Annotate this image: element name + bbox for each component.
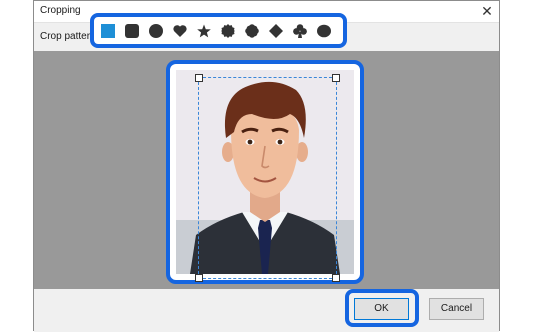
rounded-square-icon[interactable] — [125, 24, 139, 38]
crop-handle-bottom-right[interactable] — [332, 274, 340, 282]
crop-pattern-selector — [90, 13, 347, 48]
dialog-title: Cropping — [40, 5, 81, 16]
cancel-button[interactable]: Cancel — [429, 298, 484, 320]
heart-icon[interactable] — [173, 24, 187, 38]
crop-frame[interactable] — [195, 74, 340, 282]
oval-icon[interactable] — [317, 24, 331, 38]
crop-handle-top-left[interactable] — [195, 74, 203, 82]
circle-icon[interactable] — [149, 24, 163, 38]
close-button[interactable]: ✕ — [477, 2, 497, 21]
star-icon[interactable] — [197, 24, 211, 38]
dialog-button-bar: OK Cancel — [34, 289, 499, 332]
ok-button[interactable]: OK — [354, 298, 409, 320]
crop-pattern-row: Crop pattern — [34, 13, 499, 51]
square-light-icon[interactable] — [101, 24, 115, 38]
photo-preview-highlight — [166, 60, 364, 284]
crop-pattern-label: Crop pattern — [40, 31, 95, 42]
seal-icon[interactable] — [221, 24, 235, 38]
crop-preview-area — [34, 51, 499, 289]
clover-icon[interactable] — [293, 24, 307, 38]
crop-handle-bottom-left[interactable] — [195, 274, 203, 282]
cropping-dialog: Cropping ✕ Crop pattern OK Cancel — [33, 0, 500, 332]
flower-icon[interactable] — [245, 24, 259, 38]
diamond-icon[interactable] — [269, 24, 283, 38]
crop-handle-top-right[interactable] — [332, 74, 340, 82]
